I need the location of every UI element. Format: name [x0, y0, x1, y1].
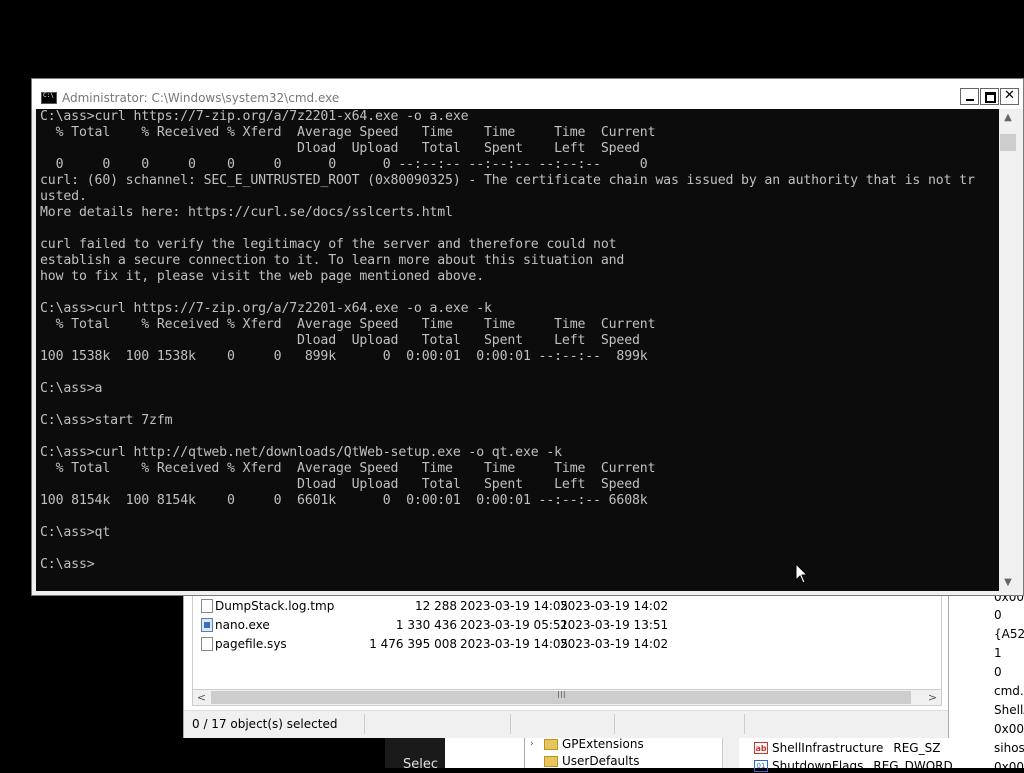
- file-modified: 2023-03-19 14:05: [460, 599, 569, 613]
- status-bar: 0 / 17 object(s) selected: [184, 710, 948, 738]
- file-icon: [201, 637, 213, 651]
- registry-data-cell: 0x000: [994, 722, 1024, 736]
- registry-tree-label: UserDefaults: [562, 754, 640, 768]
- console-output[interactable]: C:\ass>curl https://7-zip.org/a/7z2201-x…: [36, 109, 999, 591]
- registry-data-cell: {A520: [994, 627, 1024, 641]
- file-row[interactable]: nano.exe 1 330 436 2023-03-19 05:51 2023…: [193, 616, 941, 635]
- maximize-button[interactable]: [980, 88, 999, 105]
- registry-value-row[interactable]: 01 ShutdownFlags REG_DWORD: [754, 759, 953, 773]
- folder-icon: [544, 755, 558, 767]
- file-row[interactable]: DumpStack.log.tmp 12 288 2023-03-19 14:0…: [193, 597, 941, 616]
- file-size: 12 288: [415, 599, 457, 613]
- window-controls: ✕: [959, 88, 1019, 105]
- registry-data-cell: sihost: [994, 741, 1024, 755]
- status-separator: [614, 714, 615, 734]
- registry-pane-divider[interactable]: [524, 735, 525, 768]
- registry-tree-scrollbar[interactable]: [722, 735, 739, 768]
- file-manager-window: DumpStack.log.tmp 12 288 2023-03-19 14:0…: [183, 590, 949, 738]
- registry-tree-item-userdefaults[interactable]: UserDefaults: [530, 754, 639, 768]
- file-name: pagefile.sys: [215, 637, 287, 651]
- registry-value-type: REG_DWORD: [873, 759, 953, 773]
- cmd-window: Administrator: C:\Windows\system32\cmd.e…: [31, 78, 1024, 596]
- file-list-hscrollbar[interactable]: < III >: [192, 689, 942, 706]
- registry-data-cell: 0: [994, 665, 1002, 679]
- folder-icon: [544, 738, 558, 750]
- minimize-button[interactable]: [960, 88, 979, 105]
- registry-value-row[interactable]: ab ShellInfrastructure REG_SZ: [754, 741, 940, 755]
- cmd-app-icon[interactable]: [41, 92, 57, 104]
- file-modified: 2023-03-19 14:05: [460, 637, 569, 651]
- registry-data-cell: ShellA: [994, 703, 1024, 717]
- file-name: nano.exe: [215, 618, 270, 632]
- file-size: 1 330 436: [395, 618, 457, 632]
- registry-data-cell: 0x000: [994, 760, 1024, 768]
- registry-data-cell: 0: [994, 608, 1002, 622]
- registry-data-cell: cmd.e: [994, 684, 1024, 698]
- expand-arrow-icon[interactable]: ›: [530, 739, 540, 749]
- file-created: 2023-03-19 13:51: [560, 618, 669, 632]
- binary-value-icon: 01: [754, 760, 768, 772]
- window-title: Administrator: C:\Windows\system32\cmd.e…: [62, 91, 340, 105]
- registry-value-name: ShutdownFlags: [772, 759, 864, 773]
- file-created: 2023-03-19 14:02: [560, 637, 669, 651]
- status-separator: [364, 714, 365, 734]
- registry-tree-item-gpextensions[interactable]: › GPExtensions: [530, 737, 644, 751]
- registry-data-cell: 1: [994, 646, 1002, 660]
- console-text: C:\ass>curl https://7-zip.org/a/7z2201-x…: [40, 109, 975, 572]
- scroll-down-button[interactable]: ▼: [999, 574, 1017, 591]
- string-value-icon: ab: [754, 742, 768, 754]
- scroll-left-button[interactable]: <: [193, 690, 210, 705]
- registry-data-column: 0x000 0 {A520 1 0 cmd.e ShellA 0x000 sih…: [990, 590, 1024, 768]
- scroll-thumb[interactable]: [1000, 134, 1016, 151]
- registry-left-label: Selec: [403, 757, 439, 772]
- status-separator: [510, 714, 511, 734]
- scroll-up-button[interactable]: ▲: [999, 109, 1017, 126]
- registry-value-name: ShellInfrastructure: [772, 741, 884, 755]
- file-icon: [201, 599, 213, 613]
- file-size: 1 476 395 008: [369, 637, 457, 651]
- file-row[interactable]: pagefile.sys 1 476 395 008 2023-03-19 14…: [193, 635, 941, 654]
- console-scrollbar[interactable]: ▲ ▼: [999, 109, 1017, 591]
- scroll-right-button[interactable]: >: [924, 690, 941, 705]
- file-list[interactable]: DumpStack.log.tmp 12 288 2023-03-19 14:0…: [192, 591, 942, 689]
- selection-status: 0 / 17 object(s) selected: [192, 717, 338, 731]
- file-modified: 2023-03-19 05:51: [460, 618, 569, 632]
- status-separator: [744, 714, 745, 734]
- file-created: 2023-03-19 14:02: [560, 599, 669, 613]
- cmd-titlebar[interactable]: Administrator: C:\Windows\system32\cmd.e…: [32, 79, 1023, 109]
- scroll-grip-icon: III: [557, 690, 566, 701]
- registry-tree-label: GPExtensions: [562, 737, 644, 751]
- exe-icon: [201, 618, 213, 632]
- registry-value-type: REG_SZ: [893, 741, 941, 755]
- file-name: DumpStack.log.tmp: [215, 599, 335, 613]
- close-button[interactable]: ✕: [1000, 88, 1019, 105]
